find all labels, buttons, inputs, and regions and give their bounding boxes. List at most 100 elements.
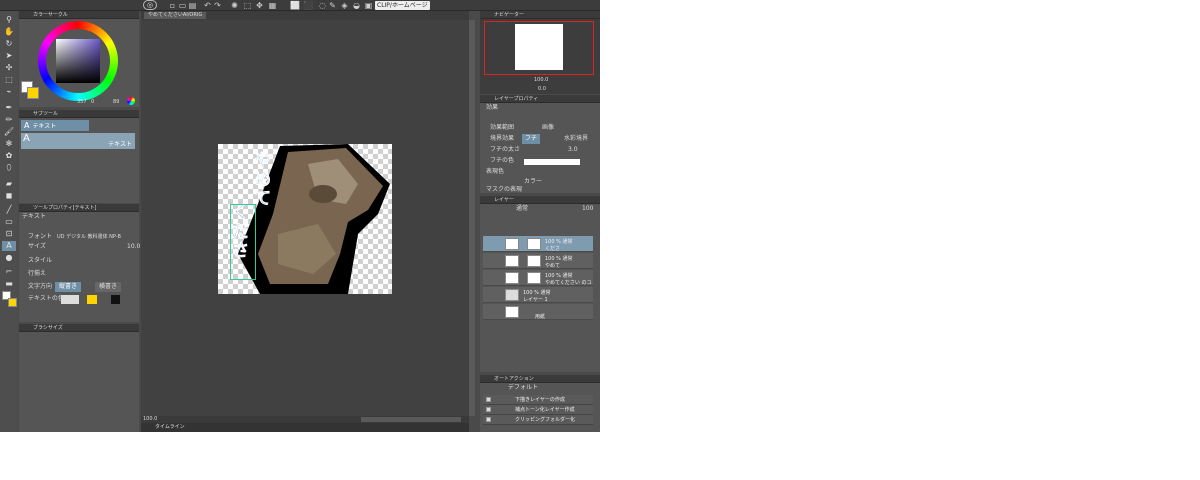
layer-thumbnail <box>505 306 519 318</box>
decoration-tool-icon[interactable]: ✿ <box>2 151 16 161</box>
font-select[interactable]: UD デジタル 教科書体 NP-B <box>57 232 121 242</box>
undo-icon[interactable]: ↶ <box>203 1 212 10</box>
navigator-view[interactable] <box>484 21 594 75</box>
lasso-icon[interactable]: ◌ <box>318 1 327 10</box>
size-value[interactable]: 10.0 <box>127 242 140 252</box>
move-layer-tool-icon[interactable]: ✣ <box>2 63 16 73</box>
operation-tool-icon[interactable]: ➤ <box>2 51 16 61</box>
color-mode-icon[interactable] <box>127 97 135 105</box>
timeline-tab[interactable]: タイムライン <box>155 424 185 431</box>
rotate-tool-icon[interactable]: ↻ <box>2 39 16 49</box>
brightness-value: 89 <box>113 99 120 105</box>
text-color-user-button[interactable] <box>111 295 120 304</box>
save-file-icon[interactable]: ▤ <box>188 1 197 10</box>
text-bounding-box[interactable] <box>230 204 256 280</box>
clip-logo-icon[interactable]: ◎ <box>143 0 157 10</box>
horizontal-text-button[interactable]: 横書き <box>95 282 122 292</box>
blend-mode-select[interactable]: 通常 <box>516 204 528 214</box>
brush-tool-icon[interactable]: 🖌 <box>2 127 16 137</box>
effect-range-select[interactable]: 画像 <box>542 123 554 133</box>
text-color-sub-button[interactable] <box>87 295 97 304</box>
hand-tool-icon[interactable]: ✋ <box>2 27 16 37</box>
ruler-tool-icon[interactable]: ⊡ <box>2 229 16 239</box>
navigator-zoom[interactable]: 100.0 <box>534 77 548 83</box>
frame-tool-icon[interactable]: ▭ <box>2 217 16 227</box>
airbrush-tool-icon[interactable]: ✻ <box>2 139 16 149</box>
layer-row-yamete[interactable]: 100 % 通常 やめて <box>483 253 593 269</box>
layer-row-layer1[interactable]: 100 % 通常 レイヤー 1 <box>483 287 593 303</box>
blend-tool-icon[interactable]: ⬯ <box>2 163 16 173</box>
layer-opacity[interactable]: 100 <box>582 204 593 214</box>
selection-tool-icon[interactable]: ⬚ <box>2 75 16 85</box>
text-color-main-button[interactable] <box>61 295 79 304</box>
checkbox[interactable] <box>486 397 491 402</box>
zoom-value[interactable]: 100.0 <box>143 416 157 423</box>
effect-range-label: 効果範囲 <box>490 124 515 131</box>
auto-action-item[interactable]: 補点トーン化レイヤー作成 <box>483 405 593 415</box>
sub-color-swatch[interactable] <box>8 298 17 307</box>
expression-select[interactable]: カラー <box>524 177 542 187</box>
redo-icon[interactable]: ↷ <box>213 1 222 10</box>
edge-width-value[interactable]: 3.0 <box>568 145 578 155</box>
text-yamete[interactable]: やめて <box>254 151 274 209</box>
document-tab[interactable]: やめてくださいAI/ORIG <box>144 12 207 19</box>
hue-value: 357 <box>77 99 87 105</box>
layer-row-paper[interactable]: 用紙 <box>483 304 593 320</box>
clip-homepage-button[interactable]: CLIP/ホームページ <box>375 1 430 10</box>
balloon-tool-icon[interactable]: ● <box>2 253 16 263</box>
eraser-tool-icon[interactable]: ▰ <box>2 179 16 189</box>
vertical-scrollbar[interactable] <box>469 20 475 416</box>
edge-color-swatch[interactable] <box>524 159 580 165</box>
invert-selection-icon[interactable]: ⬛ <box>303 1 313 10</box>
direction-label: 文字方向 <box>28 283 53 290</box>
layer-row-copy[interactable]: 100 % 通常 やめてください のコピー <box>483 270 593 293</box>
effect-section: 効果 <box>486 104 499 111</box>
navigator-rotation[interactable]: 0.0 <box>538 86 546 92</box>
checkbox[interactable] <box>486 407 491 412</box>
fill-tool-icon[interactable]: ◼ <box>2 191 16 201</box>
snap-icon[interactable]: ✎ <box>328 1 337 10</box>
text-tool-icon[interactable]: A <box>2 241 16 251</box>
layer-thumbnail <box>505 272 519 284</box>
layer-row-kudasa[interactable]: 100 % 通常 くださ <box>483 236 593 252</box>
layer-property-panel: 効果 効果範囲 画像 境界効果 フチ 水彩境界 フチの太さ 3.0 フチの色 表… <box>480 103 600 193</box>
hue-wheel[interactable] <box>38 21 118 101</box>
tool-property-panel: テキスト フォント UD デジタル 教科書体 NP-B サイズ 10.0 スタイ… <box>19 212 140 322</box>
deselect-icon[interactable]: ⬚ <box>243 1 252 10</box>
size-label: サイズ <box>28 243 46 250</box>
saturation-value-square[interactable] <box>56 39 100 83</box>
transform-icon[interactable]: ✥ <box>255 1 264 10</box>
grid-icon[interactable]: ▦ <box>268 1 277 10</box>
eyedropper-tool-icon[interactable]: ⌁ <box>2 87 16 97</box>
swap-color-icon[interactable]: ▬ <box>2 279 16 289</box>
auto-action-item[interactable]: クリッピングフォルダー化 <box>483 415 593 425</box>
brush-size-panel <box>19 332 139 432</box>
ink-icon[interactable]: ◒ <box>352 1 361 10</box>
clear-icon[interactable]: ✺ <box>230 1 239 10</box>
layer-mask-thumbnail <box>527 238 541 250</box>
pencil-tool-icon[interactable]: ✏ <box>2 115 16 125</box>
subtool-group-tab[interactable]: A テキスト <box>21 120 89 131</box>
zoom-tool-icon[interactable]: ⚲ <box>2 15 16 25</box>
auto-action-item[interactable]: 下描きレイヤーの作成 <box>483 395 593 405</box>
correction-tool-icon[interactable]: ⌐ <box>2 267 16 277</box>
align-label: 行揃え <box>28 270 47 277</box>
settings-icon[interactable]: ▣ <box>364 1 373 10</box>
figure-tool-icon[interactable]: ╱ <box>2 205 16 215</box>
pen-tool-icon[interactable]: ✒ <box>2 103 16 113</box>
layer-mask-thumbnail <box>527 255 541 267</box>
auto-action-set[interactable]: デフォルト <box>508 383 538 393</box>
horizontal-scrollbar[interactable] <box>361 417 461 422</box>
watercolor-radio[interactable]: 水彩境界 <box>564 134 588 144</box>
subtool-item-text[interactable]: A テキスト <box>21 133 135 149</box>
open-file-icon[interactable]: ▭ <box>178 1 187 10</box>
edge-radio[interactable]: フチ <box>522 134 541 144</box>
new-file-icon[interactable]: ▫ <box>168 1 177 10</box>
select-all-icon[interactable]: ⬜ <box>290 1 300 10</box>
vertical-text-button[interactable]: 縦書き <box>55 282 82 292</box>
ruler-icon[interactable]: ◈ <box>340 1 349 10</box>
canvas-artwork[interactable]: やめて くださ <box>218 144 392 294</box>
navigator-panel: 100.0 0.0 <box>480 19 600 94</box>
checkbox[interactable] <box>486 417 491 422</box>
bg-color-swatch[interactable] <box>27 87 39 99</box>
